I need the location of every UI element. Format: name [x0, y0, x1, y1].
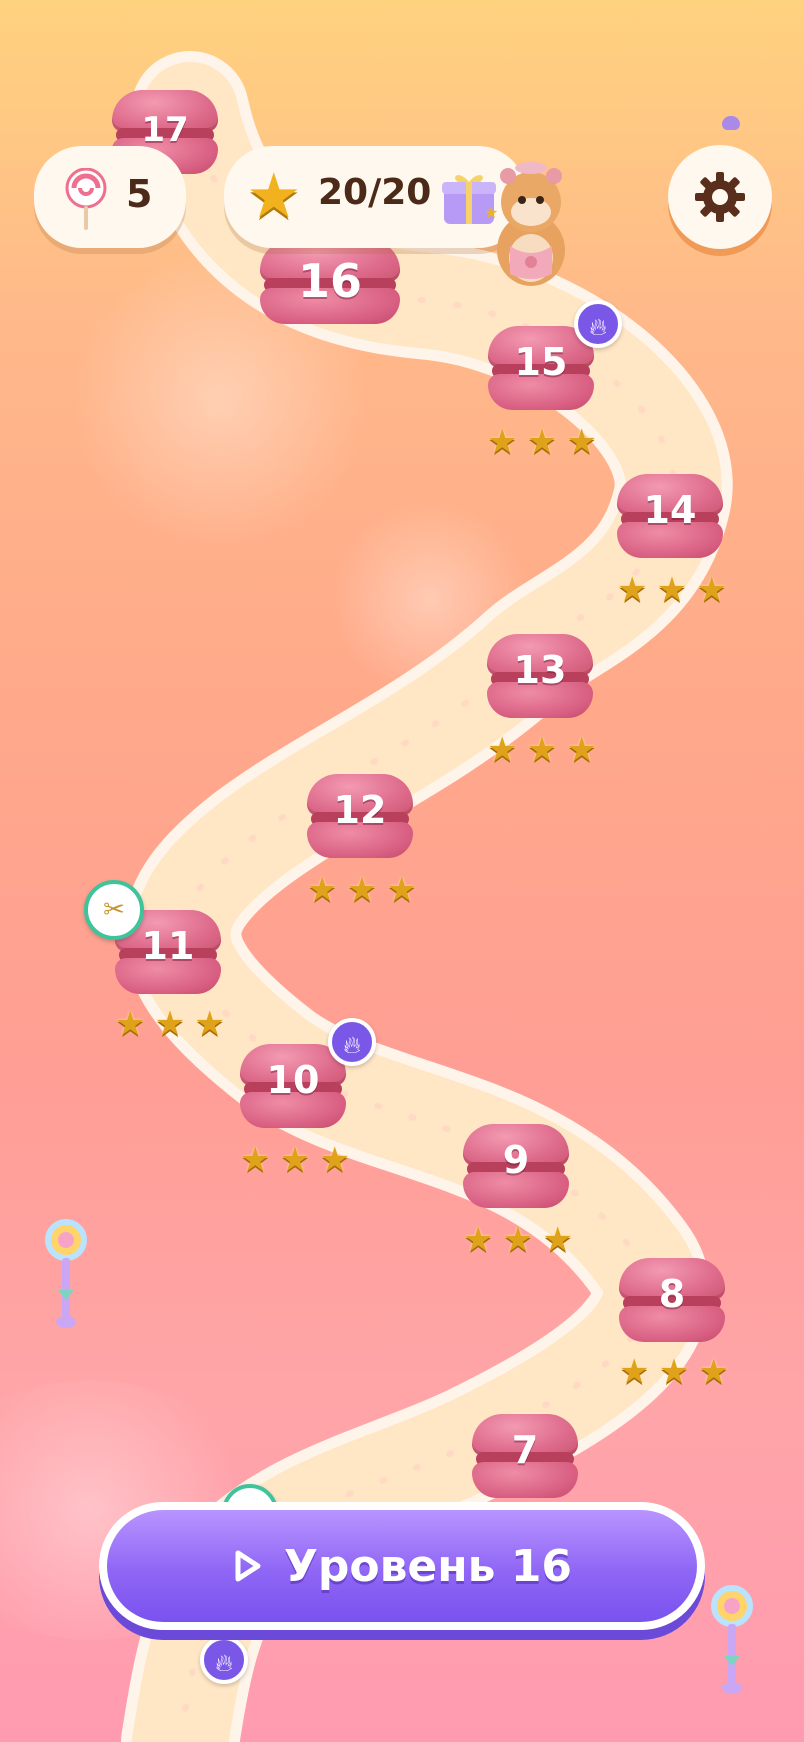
star-icon: ★ [240, 1140, 271, 1180]
level-number: 12 [333, 788, 387, 832]
tongs-icon: ✂ [103, 895, 125, 925]
level-14-stars: ★ ★ ★ [617, 572, 727, 608]
star-icon: ★ [346, 870, 378, 910]
level-number: 10 [266, 1058, 320, 1102]
level-8-stars: ★ ★ ★ [619, 1354, 729, 1390]
star-icon: ★ [617, 570, 648, 610]
level-9-stars: ★ ★ ★ [463, 1222, 573, 1258]
star-icon: ★ [566, 422, 597, 462]
level-node-9[interactable]: 9 [463, 1124, 569, 1210]
flame-icon: 🔥︎ [589, 313, 607, 341]
stars-count: 20/20 [318, 172, 432, 213]
settings-button[interactable] [668, 145, 772, 249]
star-icon: ★ [194, 1004, 225, 1044]
star-icon: ★ [698, 1352, 729, 1392]
lollipop-icon [65, 168, 107, 230]
level-number: 8 [658, 1272, 686, 1316]
level-number: 13 [513, 648, 567, 692]
lollipop-counter[interactable]: 5 [34, 146, 186, 248]
level-node-14[interactable]: 14 [617, 474, 723, 560]
star-icon: ★ [319, 1140, 350, 1180]
star-icon: ★ [566, 730, 597, 770]
boost-badge[interactable]: 🔥︎ [200, 1636, 248, 1684]
stars-counter[interactable]: ★ 20/20 ★ [224, 146, 526, 248]
star-icon: ★ [656, 570, 688, 610]
star-icon: ★ [487, 422, 518, 462]
tongs-badge[interactable]: ✂ [84, 880, 144, 940]
hamster-mascot [497, 162, 565, 286]
level-number: 9 [502, 1138, 530, 1182]
level-15-stars: ★ ★ ★ [487, 424, 597, 460]
level-11-stars: ★ ★ ★ [115, 1006, 225, 1042]
level-12-stars: ★ ★ ★ [307, 872, 417, 908]
star-icon: ★ [279, 1140, 311, 1180]
play-icon [235, 1550, 261, 1582]
level-node-13[interactable]: 13 [487, 634, 593, 720]
star-icon: ★ [542, 1220, 573, 1260]
level-map: 17 16 15 🔥︎ ★ ★ ★ 14 ★ ★ ★ 13 ★ ★ ★ 12 ★ ★ ★ 11 [0, 0, 804, 1742]
level-number: 16 [297, 254, 362, 308]
flame-icon: 🔥︎ [215, 1649, 233, 1677]
boost-badge[interactable]: 🔥︎ [328, 1018, 376, 1066]
level-node-7[interactable]: 7 [472, 1414, 578, 1500]
lollipop-wand-decoration [45, 1219, 87, 1328]
level-number: 15 [514, 340, 568, 384]
star-icon: ★ [526, 422, 558, 462]
level-number: 17 [141, 110, 189, 150]
level-number: 14 [643, 488, 697, 532]
star-icon: ★ [246, 159, 302, 232]
boost-badge[interactable]: 🔥︎ [574, 300, 622, 348]
level-number: 7 [511, 1428, 539, 1472]
star-icon: ★ [115, 1004, 146, 1044]
lollipop-count: 5 [126, 172, 153, 216]
star-icon: ★ [619, 1352, 650, 1392]
level-node-8[interactable]: 8 [619, 1258, 725, 1344]
star-icon: ★ [696, 570, 727, 610]
star-icon: ★ [487, 730, 518, 770]
lollipop-wand-decoration [711, 1585, 753, 1694]
star-icon: ★ [154, 1004, 186, 1044]
level-10-stars: ★ ★ ★ [240, 1142, 350, 1178]
star-icon: ★ [526, 730, 558, 770]
level-13-stars: ★ ★ ★ [487, 732, 597, 768]
flame-icon: 🔥︎ [343, 1031, 361, 1059]
level-node-15[interactable]: 15 [488, 326, 594, 412]
star-icon: ★ [463, 1220, 494, 1260]
star-icon: ★ [307, 870, 338, 910]
star-icon: ★ [658, 1352, 690, 1392]
level-node-12[interactable]: 12 [307, 774, 413, 860]
level-node-10[interactable]: 10 [240, 1044, 346, 1130]
star-icon: ★ [386, 870, 417, 910]
gear-icon [695, 172, 745, 222]
play-level-button[interactable]: Уровень 16 [99, 1502, 705, 1630]
level-node-16-current[interactable]: 16 [260, 240, 400, 332]
droplet-decoration [722, 116, 740, 130]
play-button-label: Уровень 16 [283, 1540, 573, 1592]
star-icon: ★ [502, 1220, 534, 1260]
